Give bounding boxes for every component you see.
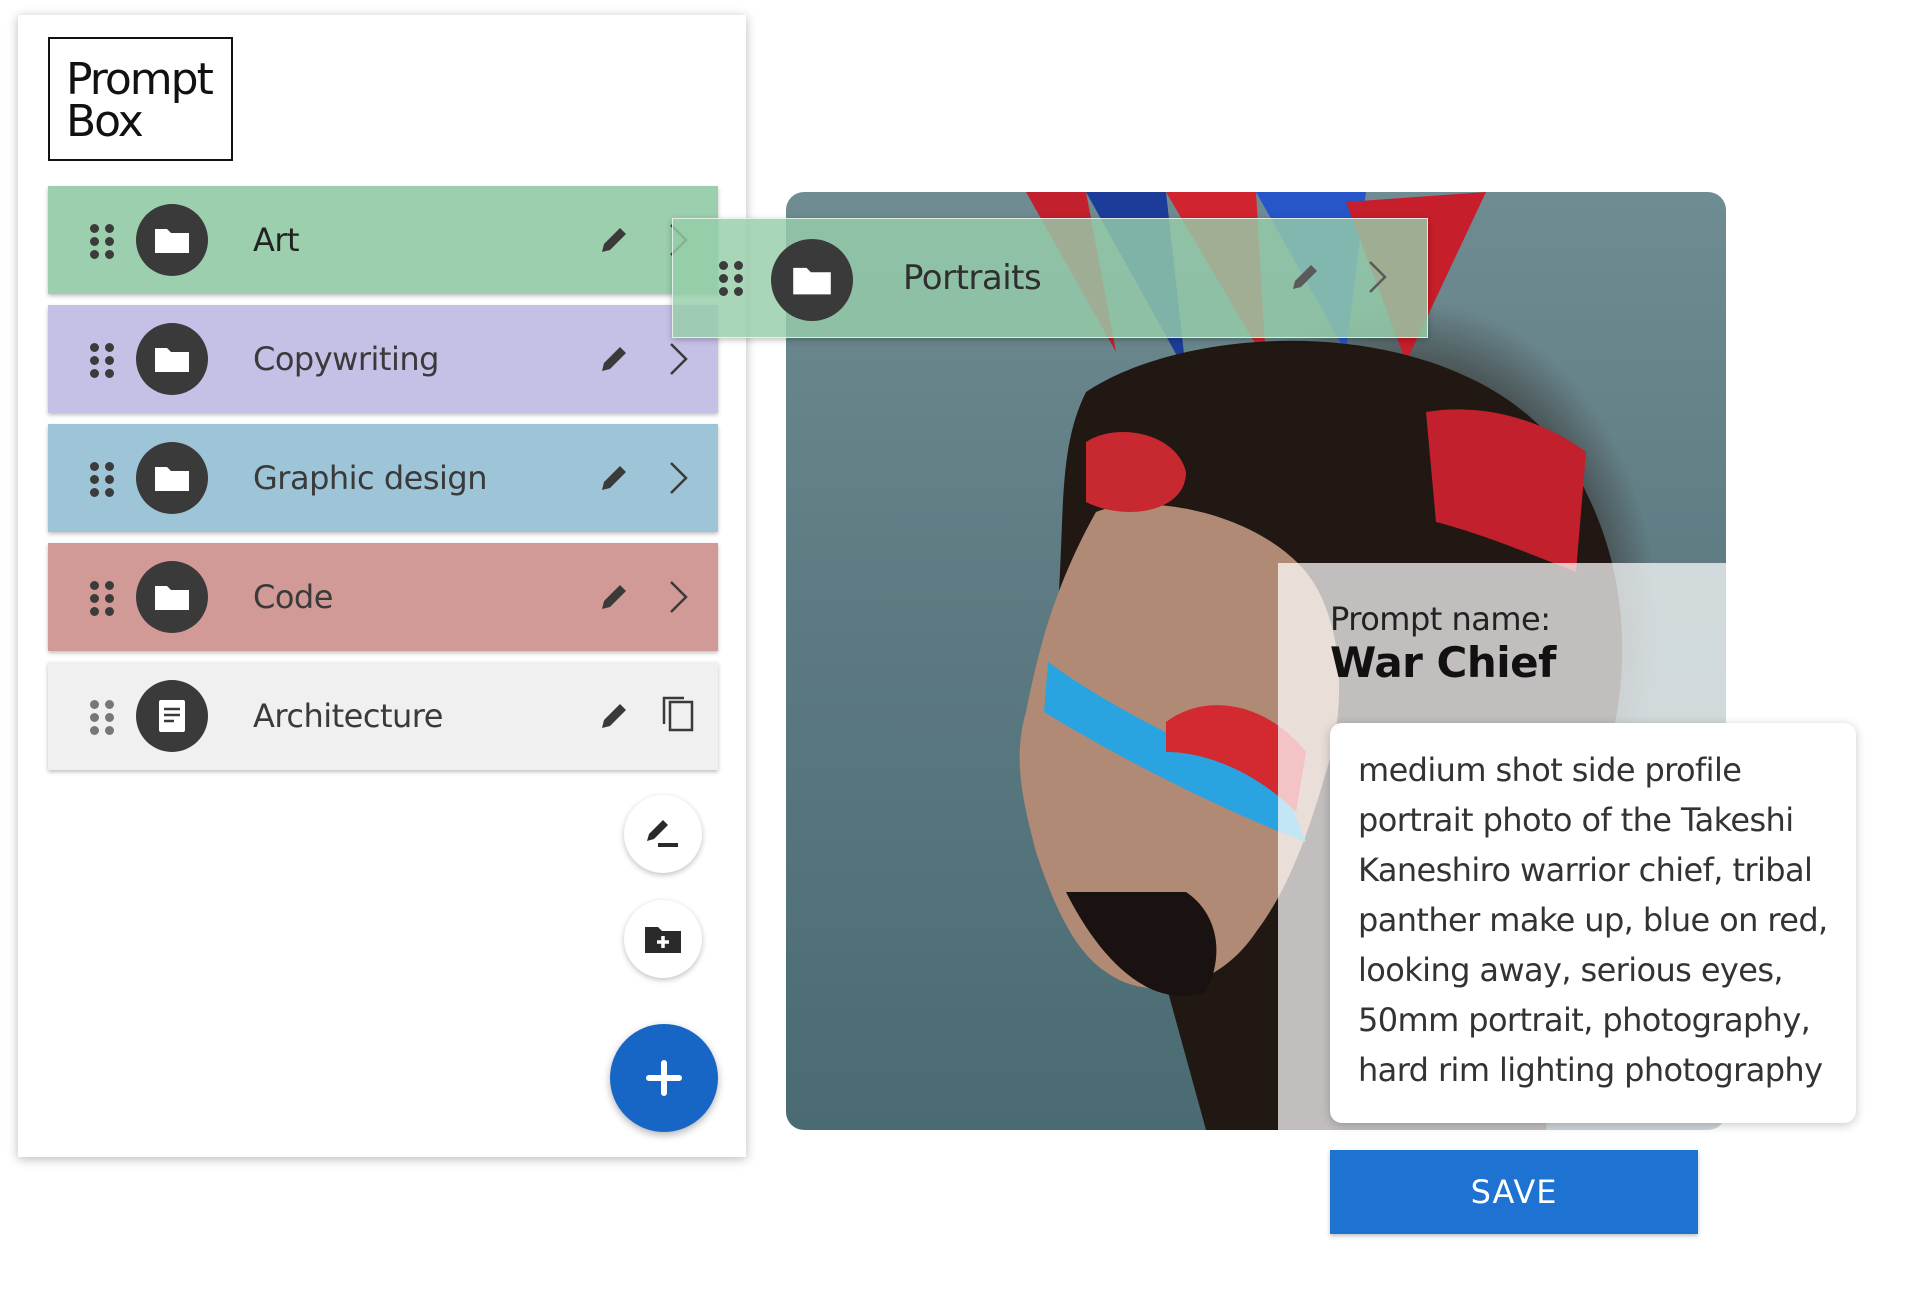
app-logo: Prompt Box: [48, 37, 233, 161]
folder-row-code[interactable]: Code: [48, 543, 718, 651]
chevron-right-icon[interactable]: [668, 341, 690, 377]
folder-label: Portraits: [903, 258, 1042, 298]
create-folder-icon: [645, 927, 681, 953]
drag-handle-icon[interactable]: [90, 343, 114, 379]
folder-row-copywriting[interactable]: Copywriting: [48, 305, 718, 413]
edit-icon[interactable]: [598, 700, 630, 732]
drag-handle-icon[interactable]: [90, 700, 114, 736]
folder-label: Art: [253, 221, 300, 259]
prompt-name[interactable]: War Chief: [1330, 638, 1556, 687]
folder-icon: [136, 561, 208, 633]
prompt-label: Architecture: [253, 697, 443, 735]
prompt-name-label: Prompt name:: [1330, 600, 1551, 638]
folder-icon: [136, 323, 208, 395]
logo-line-2: Box: [66, 96, 144, 147]
chevron-right-icon[interactable]: [1367, 259, 1389, 295]
folder-row-graphic-design[interactable]: Graphic design: [48, 424, 718, 532]
save-button[interactable]: SAVE: [1330, 1150, 1698, 1234]
new-prompt-button[interactable]: [624, 795, 702, 873]
edit-icon[interactable]: [598, 462, 630, 494]
edit-icon[interactable]: [598, 343, 630, 375]
chevron-right-icon[interactable]: [668, 460, 690, 496]
drag-handle-icon[interactable]: [719, 261, 743, 297]
edit-icon[interactable]: [598, 581, 630, 613]
folder-label: Graphic design: [253, 459, 487, 497]
logo-line-1: Prompt: [66, 54, 214, 105]
folder-label: Copywriting: [253, 340, 439, 378]
copy-icon[interactable]: [660, 694, 696, 734]
drag-handle-icon[interactable]: [90, 462, 114, 498]
prompt-row-architecture[interactable]: Architecture: [48, 662, 718, 770]
folder-icon: [136, 204, 208, 276]
folder-icon: [771, 239, 853, 321]
edit-icon[interactable]: [598, 224, 630, 256]
plus-icon: [646, 1060, 682, 1096]
folder-label: Code: [253, 578, 333, 616]
drag-handle-icon[interactable]: [90, 581, 114, 617]
chevron-right-icon[interactable]: [668, 579, 690, 615]
drag-handle-icon[interactable]: [90, 224, 114, 260]
folder-icon: [136, 442, 208, 514]
dragging-folder-row-portraits[interactable]: Portraits: [672, 218, 1428, 338]
document-icon: [136, 680, 208, 752]
new-folder-button[interactable]: [624, 900, 702, 978]
folder-panel: Prompt Box Art Copywriting Graphic desig…: [18, 15, 746, 1157]
add-button[interactable]: [610, 1024, 718, 1132]
edit-icon[interactable]: [1289, 261, 1321, 293]
prompt-text-field[interactable]: medium shot side profile portrait photo …: [1330, 723, 1856, 1123]
folder-row-art[interactable]: Art: [48, 186, 718, 294]
edit-note-icon: [647, 820, 678, 847]
